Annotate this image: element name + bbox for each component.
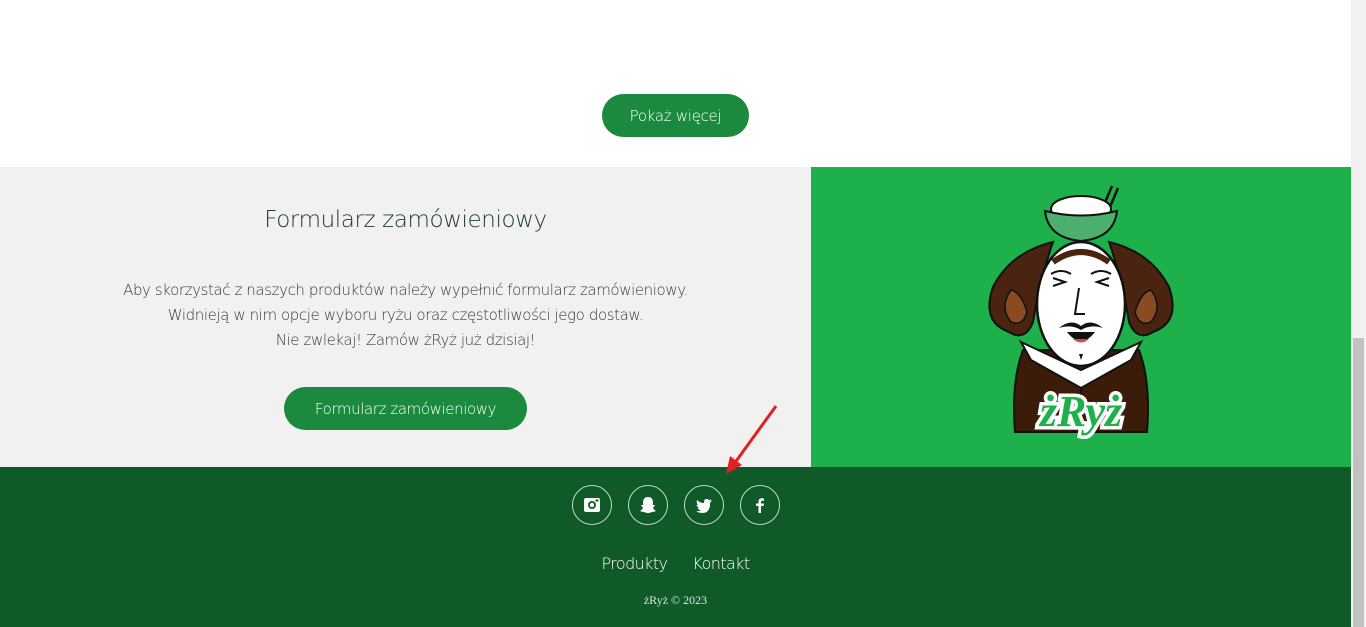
order-form-title: Formularz zamówieniowy (264, 207, 547, 233)
page: Pokaż więcej Formularz zamówieniowy Aby … (0, 0, 1351, 627)
copyright-text: żRyż © 2023 (643, 593, 708, 607)
order-form-section: Formularz zamówieniowy Aby skorzystać z … (0, 167, 811, 467)
scrollbar-thumb[interactable] (1353, 338, 1364, 627)
snapchat-button[interactable] (628, 485, 668, 525)
show-more-section: Pokaż więcej (0, 0, 1351, 167)
zryz-mascot-logo: żRyż (988, 185, 1174, 440)
vertical-scrollbar[interactable] (1351, 0, 1366, 627)
show-more-button[interactable]: Pokaż więcej (602, 94, 749, 137)
description-line: Nie zwlekaj! Zamów żRyż już dzisiaj! (275, 331, 536, 349)
twitter-icon (696, 499, 712, 513)
footer-nav: Produkty Kontakt (0, 554, 1351, 573)
footer-link-kontakt[interactable]: Kontakt (692, 554, 750, 573)
site-footer: Produkty Kontakt żRyż © 2023 (0, 467, 1351, 627)
order-form-button[interactable]: Formularz zamówieniowy (284, 387, 527, 430)
logo-panel: żRyż (811, 167, 1351, 467)
description-line: Aby skorzystać z naszych produktów należ… (123, 281, 688, 299)
snapchat-icon (640, 497, 656, 513)
twitter-button[interactable] (684, 485, 724, 525)
description-line: Widnieją w nim opcje wyboru ryżu oraz cz… (167, 306, 644, 324)
facebook-icon (756, 498, 764, 513)
logo-brand-text: żRyż (1038, 387, 1122, 436)
instagram-icon (584, 498, 600, 512)
footer-link-produkty[interactable]: Produkty (601, 554, 667, 573)
red-arrow-annotation (726, 405, 778, 474)
instagram-button[interactable] (572, 485, 612, 525)
facebook-button[interactable] (740, 485, 780, 525)
order-form-description: Aby skorzystać z naszych produktów należ… (0, 278, 811, 353)
